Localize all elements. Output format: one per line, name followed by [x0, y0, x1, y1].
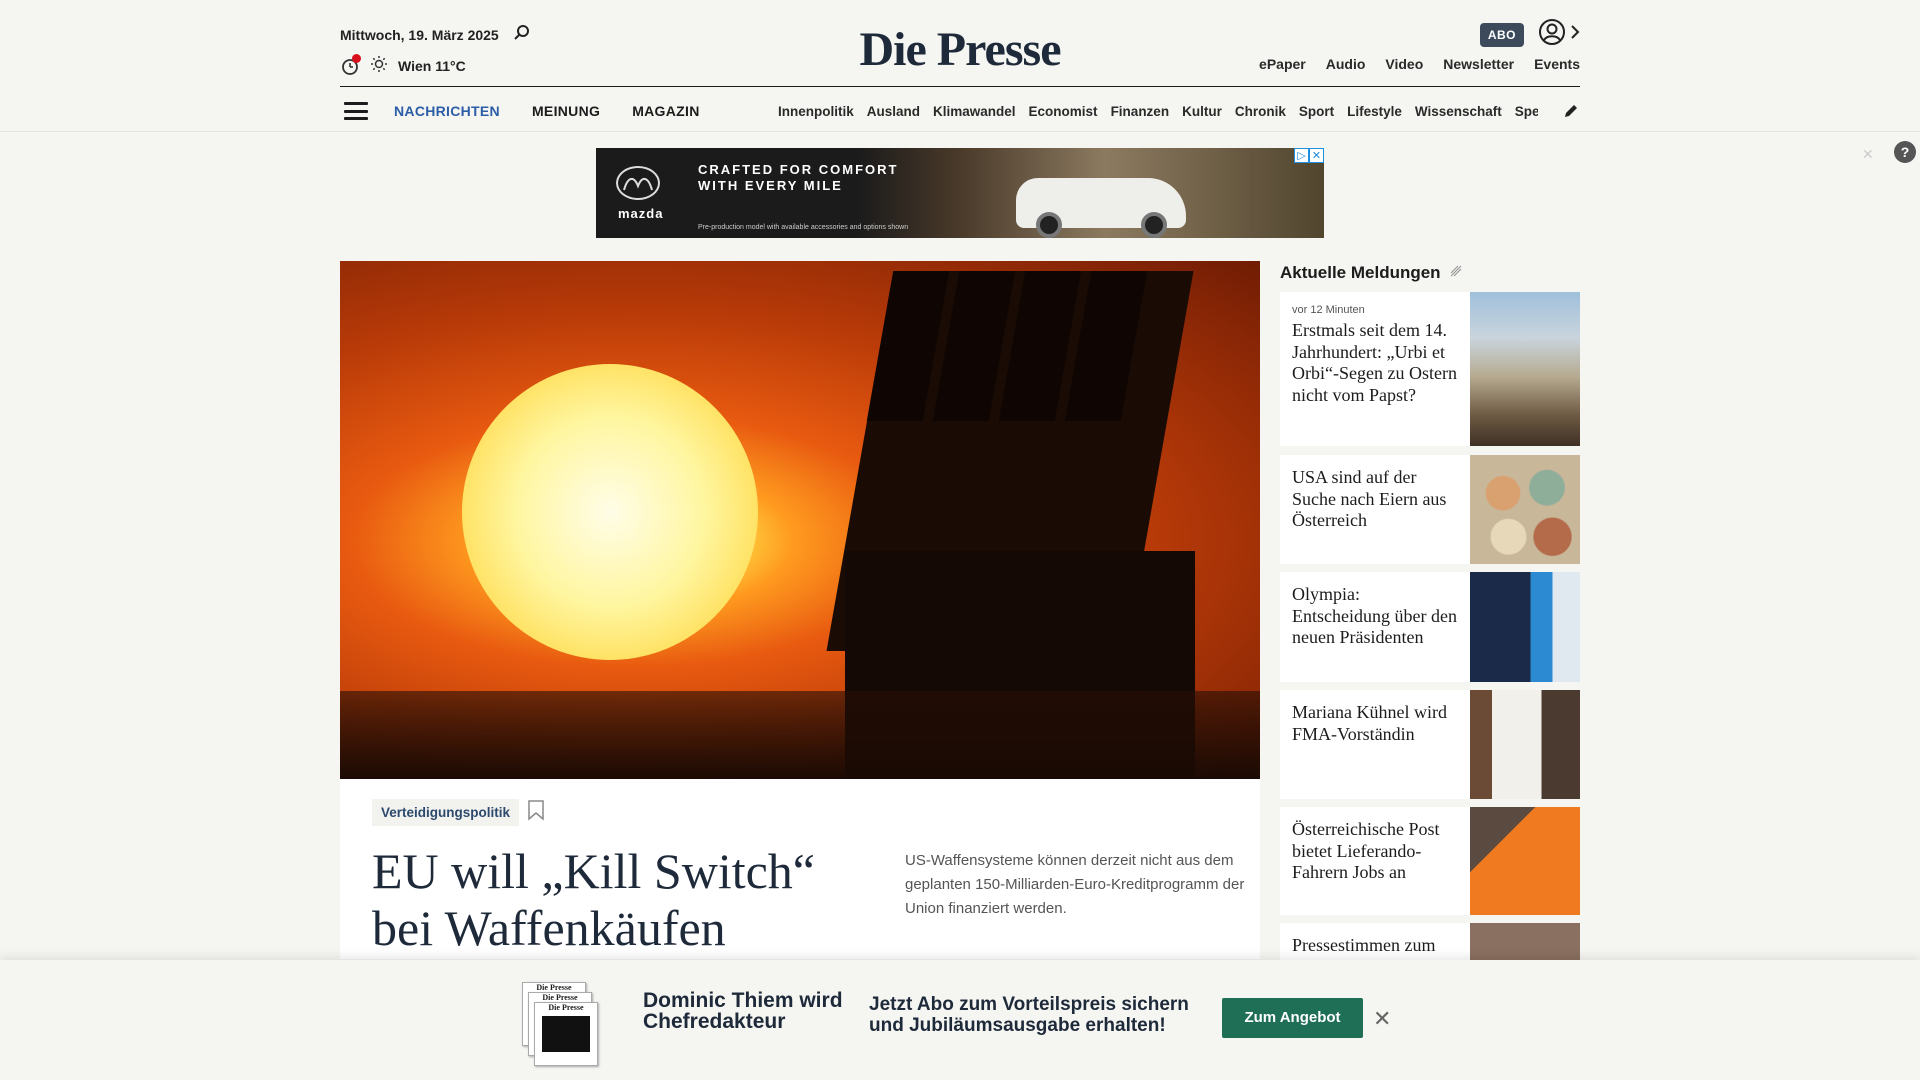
- tag-row: Verteidigungspolitik: [372, 799, 545, 826]
- site-logo[interactable]: Die Presse: [859, 22, 1061, 77]
- article-teaser: US-Waffensysteme können derzeit nicht au…: [905, 852, 1245, 917]
- menu-icon[interactable]: [344, 102, 368, 120]
- news-item[interactable]: vor 12 Minuten Erstmals seit dem 14. Jah…: [1280, 292, 1580, 446]
- news-time: vor 12 Minuten: [1292, 304, 1365, 316]
- newspaper-stack-image: Die Presse Die Presse Die Presse: [522, 982, 602, 1066]
- ground-shadow: [340, 691, 1260, 779]
- ad-fine-print: Pre-production model with available acce…: [698, 224, 909, 231]
- news-thumbnail: [1470, 292, 1580, 446]
- sun-icon: [370, 55, 388, 76]
- current-date: Mittwoch, 19. März 2025: [340, 26, 499, 43]
- news-title[interactable]: Mariana Kühnel wird FMA-Vorständin: [1292, 702, 1458, 745]
- notification-dot: [352, 53, 361, 63]
- nav-meinung[interactable]: MEINUNG: [532, 103, 600, 119]
- latest-news-sidebar: Aktuelle Meldungen vor 12 Minuten Erstma…: [1280, 261, 1580, 960]
- help-icon[interactable]: ?: [1894, 141, 1916, 163]
- subnav-kultur[interactable]: Kultur: [1182, 104, 1222, 119]
- bookmark-icon[interactable]: [527, 799, 545, 826]
- main-sections: NACHRICHTEN MEINUNG MAGAZIN: [394, 103, 700, 119]
- weather-row: Wien 11°C: [340, 53, 466, 76]
- news-item[interactable]: Olympia: Entscheidung über den neuen Prä…: [1280, 572, 1580, 682]
- news-title[interactable]: Olympia: Entscheidung über den neuen Prä…: [1292, 584, 1458, 649]
- hero-image[interactable]: [340, 261, 1260, 779]
- subnav-innenpolitik[interactable]: Innenpolitik: [778, 104, 854, 119]
- car-wheel: [1141, 212, 1167, 238]
- news-thumbnail: [1470, 690, 1580, 799]
- ticker-icon: [1449, 263, 1463, 283]
- history-icon[interactable]: [340, 53, 361, 76]
- news-thumbnail: [1470, 807, 1580, 915]
- hero-article[interactable]: Verteidigungspolitik EU will „Kill Switc…: [340, 779, 1260, 959]
- weather-text[interactable]: Wien 11°C: [398, 58, 466, 74]
- search-icon[interactable]: [513, 24, 531, 45]
- site-header: Mittwoch, 19. März 2025 Wien 11°C Die Pr…: [0, 0, 1920, 132]
- service-link-newsletter[interactable]: Newsletter: [1443, 56, 1514, 72]
- ad-brand: mazda: [618, 206, 664, 221]
- account-area: ABO: [1479, 18, 1580, 51]
- service-link-epaper[interactable]: ePaper: [1259, 56, 1306, 72]
- adchoices-icon[interactable]: ▷: [1294, 148, 1309, 163]
- mazda-logo: [616, 166, 660, 200]
- news-item[interactable]: Österreichische Post bietet Lieferando-F…: [1280, 807, 1580, 915]
- ad-headline: CRAFTED FOR COMFORT WITH EVERY MILE: [698, 162, 899, 193]
- promo-headline: Dominic Thiem wird Chefredakteur: [643, 989, 843, 1033]
- nav-nachrichten[interactable]: NACHRICHTEN: [394, 103, 500, 119]
- sun-shape: [462, 364, 758, 660]
- sidebar-title-text: Aktuelle Meldungen: [1280, 263, 1441, 282]
- service-links: ePaper Audio Video Newsletter Events: [1259, 56, 1580, 72]
- adchoices[interactable]: ▷ ✕: [1294, 148, 1324, 163]
- subnav-klimawandel[interactable]: Klimawandel: [933, 104, 1016, 119]
- sidebar-title: Aktuelle Meldungen: [1280, 261, 1580, 285]
- close-icon[interactable]: ✕: [1862, 146, 1874, 163]
- newspaper-mini-logo: Die Presse: [548, 1003, 584, 1012]
- news-title[interactable]: USA sind auf der Suche nach Eiern aus Ös…: [1292, 467, 1458, 532]
- chevron-right-icon[interactable]: [1570, 24, 1580, 45]
- news-title[interactable]: Pressestimmen zum: [1292, 935, 1458, 957]
- date-row: Mittwoch, 19. März 2025: [340, 24, 531, 45]
- promo-text: Jetzt Abo zum Vorteilspreis sichern und …: [869, 994, 1189, 1036]
- subnav-spectrum[interactable]: Spectrum: [1515, 104, 1538, 119]
- subnav-finanzen[interactable]: Finanzen: [1111, 104, 1170, 119]
- news-title[interactable]: Erstmals seit dem 14. Jahrhundert: „Urbi…: [1292, 320, 1458, 406]
- ad-close-icon[interactable]: ✕: [1309, 148, 1324, 163]
- offer-button[interactable]: Zum Angebot: [1222, 998, 1363, 1038]
- car-wheel: [1036, 212, 1062, 238]
- subnav-sport[interactable]: Sport: [1299, 104, 1334, 119]
- main-navigation: NACHRICHTEN MEINUNG MAGAZIN Innenpolitik…: [340, 96, 1580, 126]
- article-category[interactable]: Verteidigungspolitik: [372, 799, 520, 826]
- sub-navigation: Innenpolitik Ausland Klimawandel Economi…: [778, 104, 1538, 119]
- news-item[interactable]: Pressestimmen zum: [1280, 923, 1580, 960]
- header-divider: [340, 86, 1580, 87]
- subnav-lifestyle[interactable]: Lifestyle: [1347, 104, 1402, 119]
- advertisement-banner[interactable]: mazda CRAFTED FOR COMFORT WITH EVERY MIL…: [596, 148, 1324, 238]
- service-link-audio[interactable]: Audio: [1326, 56, 1366, 72]
- newspaper-mini: Die Presse: [534, 1002, 598, 1066]
- nav-magazin[interactable]: MAGAZIN: [632, 103, 699, 119]
- subnav-wissenschaft[interactable]: Wissenschaft: [1415, 104, 1502, 119]
- news-thumbnail: [1470, 455, 1580, 564]
- news-item[interactable]: Mariana Kühnel wird FMA-Vorständin: [1280, 690, 1580, 799]
- news-item[interactable]: USA sind auf der Suche nach Eiern aus Ös…: [1280, 455, 1580, 564]
- pencil-icon[interactable]: [1562, 102, 1580, 125]
- news-thumbnail: [1470, 923, 1580, 960]
- service-link-video[interactable]: Video: [1385, 56, 1423, 72]
- service-link-events[interactable]: Events: [1534, 56, 1580, 72]
- abo-button[interactable]: ABO: [1479, 22, 1524, 47]
- user-icon[interactable]: [1538, 18, 1566, 51]
- subnav-economist[interactable]: Economist: [1029, 104, 1098, 119]
- close-icon[interactable]: ✕: [1373, 1008, 1391, 1030]
- subscription-banner: Die Presse Die Presse Die Presse Dominic…: [0, 960, 1920, 1080]
- subnav-ausland[interactable]: Ausland: [867, 104, 920, 119]
- news-title[interactable]: Österreichische Post bietet Lieferando-F…: [1292, 819, 1458, 884]
- article-headline[interactable]: EU will „Kill Switch“ bei Waffenkäufen: [372, 843, 842, 957]
- subnav-chronik[interactable]: Chronik: [1235, 104, 1286, 119]
- news-thumbnail: [1470, 572, 1580, 682]
